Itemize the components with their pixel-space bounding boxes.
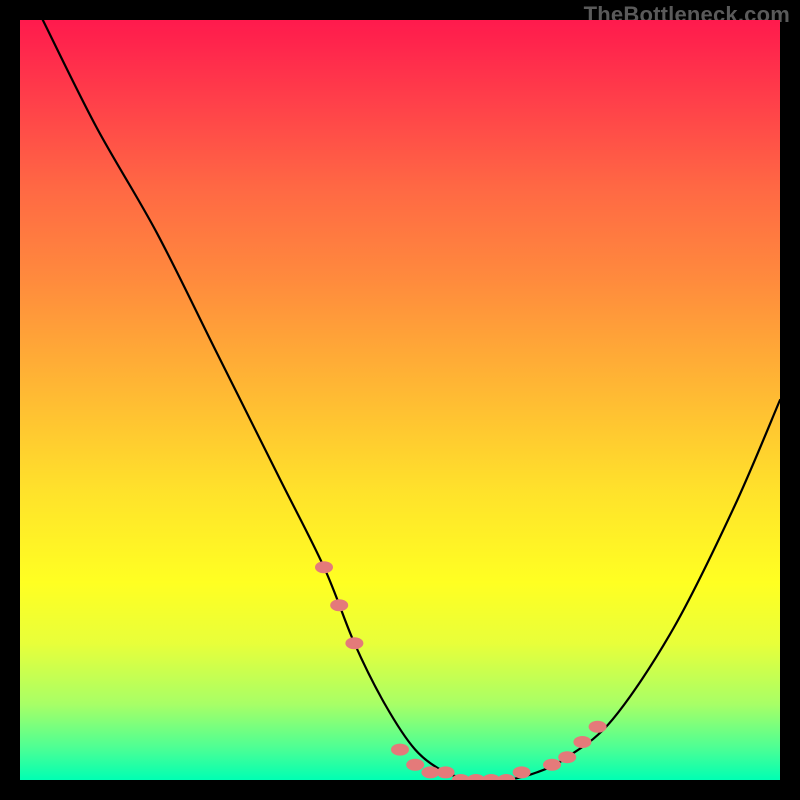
highlight-dot [330, 599, 348, 611]
highlight-dot [558, 751, 576, 763]
highlight-dot [543, 759, 561, 771]
highlight-dot [573, 736, 591, 748]
highlight-dot [497, 774, 515, 780]
bottleneck-curve [43, 20, 780, 780]
highlight-dot [437, 766, 455, 778]
highlight-dot [315, 561, 333, 573]
highlight-dot [482, 774, 500, 780]
highlight-dot [513, 766, 531, 778]
highlight-dot [467, 774, 485, 780]
plot-area [20, 20, 780, 780]
highlight-dot [345, 637, 363, 649]
curve-svg [20, 20, 780, 780]
chart-frame: TheBottleneck.com [0, 0, 800, 800]
highlight-dot [589, 721, 607, 733]
highlight-dot-group [315, 561, 607, 780]
highlight-dot [391, 744, 409, 756]
highlight-dot [406, 759, 424, 771]
